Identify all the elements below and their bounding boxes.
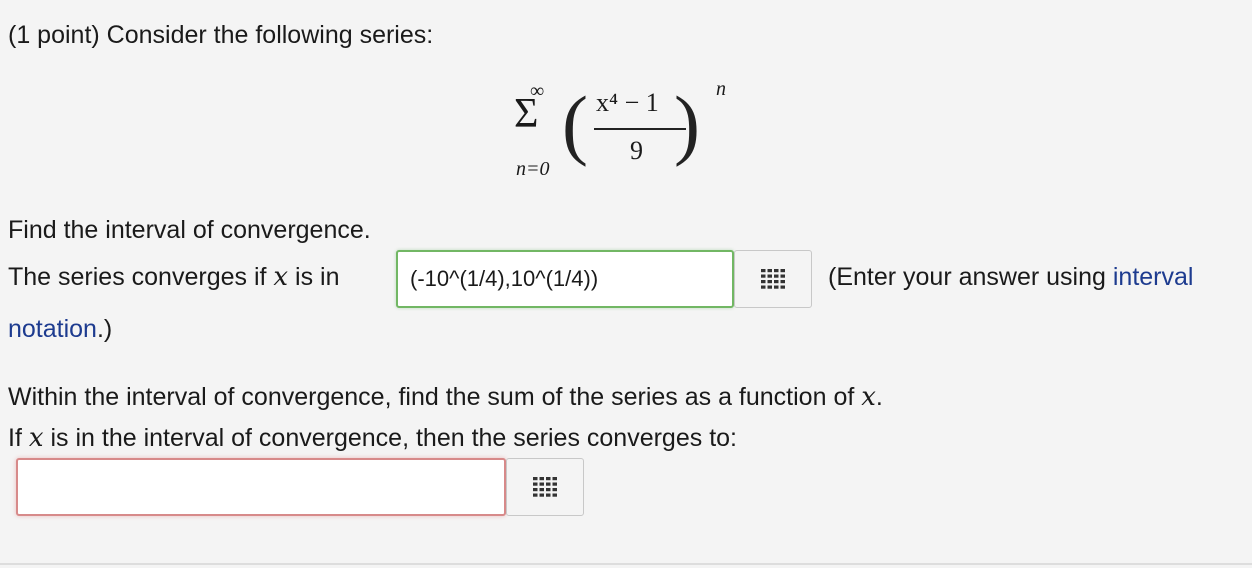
equation-palette-button-2[interactable] (506, 458, 584, 516)
part1-hint-line2: notation.) (8, 314, 112, 344)
sum-symbol: Σ (514, 91, 539, 137)
equation-palette-grid-icon (761, 269, 785, 289)
equation-palette-grid-icon (533, 477, 557, 497)
series-formula: ∞ Σ n=0 ( x⁴ − 1 9 ) n (500, 78, 750, 188)
right-parenthesis: ) (674, 80, 700, 167)
part1-hint-line1: (Enter your answer using interval (828, 262, 1193, 292)
part1-hint-close: .) (96, 315, 113, 343)
left-parenthesis: ( (562, 80, 588, 167)
part2-lead-variable: x (28, 423, 44, 453)
fraction-numerator: x⁴ − 1 (596, 88, 659, 117)
part2-lead-text-2: is in the interval of convergence, then … (50, 424, 737, 452)
fraction-denominator: 9 (630, 136, 643, 165)
part2-lead-text: If (8, 424, 22, 452)
sum-lower-limit: n=0 (516, 158, 550, 180)
interval-notation-link-part2[interactable]: notation (8, 315, 97, 343)
interval-notation-link-part1[interactable]: interval (1113, 263, 1194, 291)
part1-variable: x (273, 262, 289, 292)
equation-palette-button-1[interactable] (734, 250, 812, 308)
part2-prompt-text: Within the interval of convergence, find… (8, 383, 855, 411)
part1-lead: The series converges if x is in (8, 262, 340, 292)
interval-answer-input[interactable]: (-10^(1/4),10^(1/4)) (396, 250, 734, 308)
series-exponent: n (716, 78, 726, 100)
bottom-divider (0, 563, 1252, 565)
part2-prompt: Within the interval of convergence, find… (8, 382, 883, 412)
part2-lead: If x is in the interval of convergence, … (8, 423, 737, 453)
interval-answer-value: (-10^(1/4),10^(1/4)) (410, 266, 599, 291)
part1-lead-text-2: is in (295, 263, 340, 291)
sum-answer-input[interactable] (16, 458, 506, 516)
fraction-bar (594, 128, 686, 130)
part2-prompt-period: . (875, 383, 883, 411)
part2-prompt-variable: x (861, 382, 876, 412)
part1-lead-text: The series converges if (8, 263, 267, 291)
part1-hint-text: (Enter your answer using (828, 263, 1106, 291)
part1-prompt: Find the interval of convergence. (8, 216, 371, 244)
problem-intro: (1 point) Consider the following series: (8, 21, 434, 49)
